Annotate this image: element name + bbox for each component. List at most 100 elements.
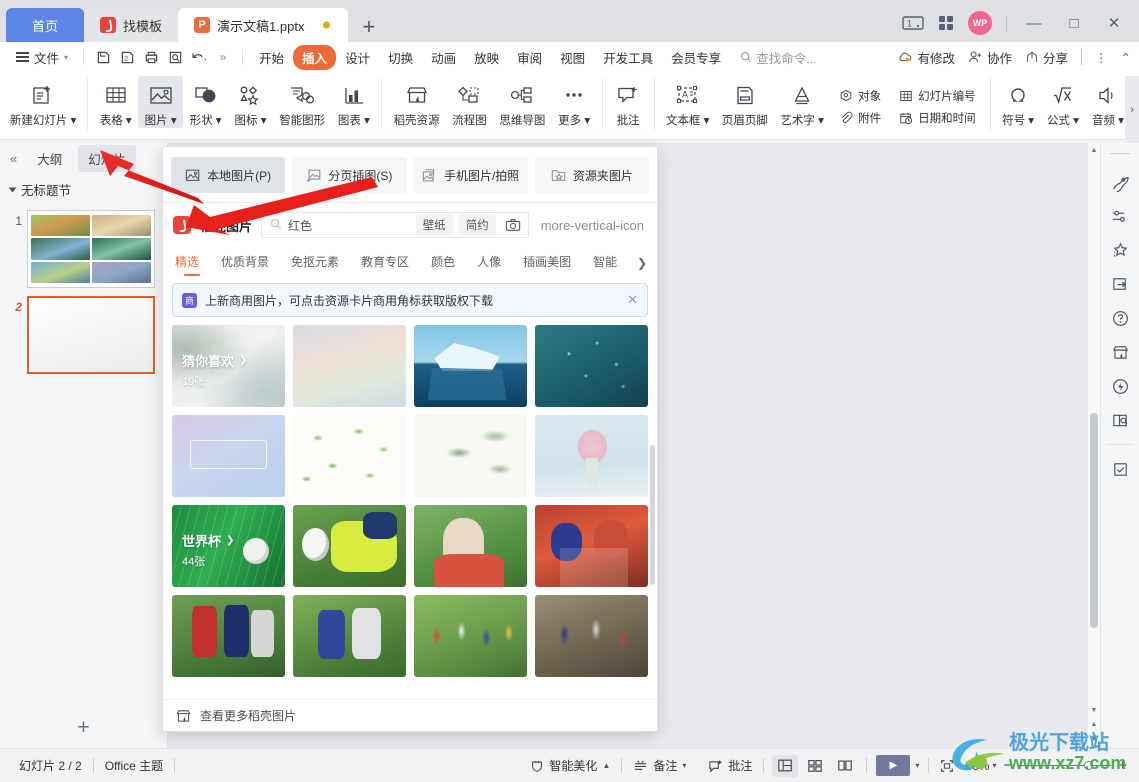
option-paged-picture[interactable]: 分页插图(S) [292,157,407,193]
ribbon-collapse-icon[interactable]: ⌃ [1121,50,1131,65]
minimize-button[interactable]: — [1021,15,1047,32]
ribbon-wordart[interactable]: 艺术字 ▾ [774,76,830,128]
help-circle-icon[interactable] [1104,302,1136,334]
chip-minimal[interactable]: 简约 [458,214,496,236]
list-item[interactable] [293,595,406,677]
rocket-icon[interactable] [1104,166,1136,198]
ribbon-formula[interactable]: 公式 ▾ [1041,76,1086,128]
fit-to-window-button[interactable] [929,759,965,773]
list-item[interactable] [535,595,648,677]
ribbon-date-time[interactable]: 日期和时间 [894,107,981,129]
list-item[interactable]: 猜你喜欢 ❯ 19张 [172,325,285,407]
list-item[interactable] [414,595,527,677]
ribbon-icons[interactable]: 图标 ▾ [228,76,273,128]
slide-thumbnail-2[interactable] [27,296,155,374]
more-vertical-icon[interactable]: more-vertical-icon [538,218,647,233]
category-illustration[interactable]: 插画美图 [512,249,582,277]
tab-slides[interactable]: 幻灯片 [78,144,136,172]
view-more-pictures-button[interactable]: 查看更多稻壳图片 [163,699,657,731]
ribbon-tab-design[interactable]: 设计 [336,45,379,70]
book-search-icon[interactable] [1104,404,1136,436]
file-menu-button[interactable]: 文件 ▾ [8,48,76,67]
command-search[interactable]: 查找命令... [740,48,817,67]
zoom-out-button[interactable]: − [1003,757,1012,774]
ribbon-mindmap[interactable]: 思维导图 [493,76,551,128]
start-slideshow-button[interactable]: ▶ [876,755,911,776]
category-featured[interactable]: 精选 [173,249,210,277]
ribbon-tab-transition[interactable]: 切换 [379,45,422,70]
ribbon-tab-view[interactable]: 视图 [551,45,594,70]
ribbon-shapes[interactable]: 形状 ▾ [183,76,228,128]
chip-wallpaper[interactable]: 壁纸 [415,214,453,236]
next-slide-arrow-icon[interactable]: ▼ [1090,736,1098,743]
notes-button[interactable]: 备注 ▾ [622,757,697,774]
previous-slide-arrow-icon[interactable]: ▲ [1090,721,1098,728]
checkbox-icon[interactable] [1104,453,1136,485]
list-item[interactable] [535,325,648,407]
ribbon-chart[interactable]: 图表 ▾ [331,76,376,128]
ribbon-picture[interactable]: 图片 ▾ [138,76,184,128]
ribbon-tab-slideshow[interactable]: 放映 [465,45,508,70]
ribbon-smartart[interactable]: 智能图形 [273,76,331,128]
ribbon-tab-review[interactable]: 审阅 [508,45,551,70]
category-next-arrow-icon[interactable]: ❯ [633,256,647,270]
camera-icon[interactable] [502,215,524,235]
comments-button[interactable]: 批注 [697,757,763,774]
ribbon-tab-developer[interactable]: 开发工具 [594,45,662,70]
collaborate-button[interactable]: 协作 [968,48,1012,67]
list-item[interactable]: 世界杯 ❯ 44张 [172,505,285,587]
add-slide-button[interactable]: + [0,716,167,740]
grid-apps-icon[interactable] [938,15,954,31]
export-frame-icon[interactable] [1104,268,1136,300]
ribbon-tab-insert[interactable]: 插入 [293,44,337,70]
ribbon-comment[interactable]: 批注 [608,76,649,128]
docer-store-icon[interactable] [1104,336,1136,368]
ribbon-object[interactable]: 对象 [834,85,886,107]
ribbon-more[interactable]: 更多 ▾ [552,76,597,128]
ribbon-new-slide[interactable]: 新建幻灯片 ▾ [4,76,82,128]
lightning-shield-icon[interactable] [1104,370,1136,402]
dropdown-scrollbar[interactable] [650,325,655,691]
option-folder-picture[interactable]: 资源夹图片 [534,157,649,193]
list-item[interactable] [172,415,285,497]
save-as-icon[interactable]: 2 [115,45,139,69]
ribbon-header-footer[interactable]: 页眉页脚 [716,76,774,128]
zoom-chevron-icon[interactable]: ▾ [989,761,1003,770]
scroll-down-arrow-icon[interactable]: ▼ [1090,707,1098,714]
category-portrait[interactable]: 人像 [466,249,512,277]
ribbon-tab-start[interactable]: 开始 [250,45,293,70]
dual-screen-icon[interactable]: 1 [902,15,924,31]
option-local-picture[interactable]: 本地图片(P) [171,157,286,193]
collapse-pane-icon[interactable]: « [6,151,21,166]
close-button[interactable]: ✕ [1101,14,1127,32]
tab-outline[interactable]: 大纲 [27,145,72,172]
tab-presentation-file[interactable]: P 演示文稿1.pptx [178,8,349,42]
menubar-overflow-icon[interactable]: ⋮ [1095,50,1108,65]
scrollbar-thumb[interactable] [650,445,655,585]
ribbon-tab-member[interactable]: 会员专享 [662,45,730,70]
list-item[interactable] [293,415,406,497]
slide-thumbnail-1[interactable] [27,210,155,288]
undo-icon[interactable] [187,45,211,69]
smart-beautify-button[interactable]: 智能美化 ▲ [519,757,621,774]
category-color[interactable]: 颜色 [420,249,466,277]
view-normal[interactable] [772,754,799,777]
list-item[interactable] [293,325,406,407]
canvas-vertical-scrollbar[interactable]: ▲ ▼ ▲ ▼ [1088,143,1100,748]
avatar[interactable]: WP [968,11,992,35]
list-item[interactable] [293,505,406,587]
tab-home[interactable]: 首页 [6,8,85,42]
category-quality-background[interactable]: 优质背景 [210,249,280,277]
list-item[interactable] [414,325,527,407]
list-item[interactable] [535,415,648,497]
zoom-in-button[interactable]: + [1118,757,1131,774]
ribbon-audio[interactable]: 音频 ▾ [1085,76,1125,128]
ribbon-symbol[interactable]: 符号 ▾ [996,76,1041,128]
ribbon-expand-chevron[interactable]: › [1125,76,1139,144]
cloud-modified-button[interactable]: 有修改 [897,48,955,67]
close-icon[interactable]: ✕ [627,292,638,308]
category-education[interactable]: 教育专区 [350,249,420,277]
new-tab-button[interactable]: + [348,16,389,42]
magic-star-icon[interactable] [1104,234,1136,266]
section-header[interactable]: 无标题节 [0,173,167,206]
